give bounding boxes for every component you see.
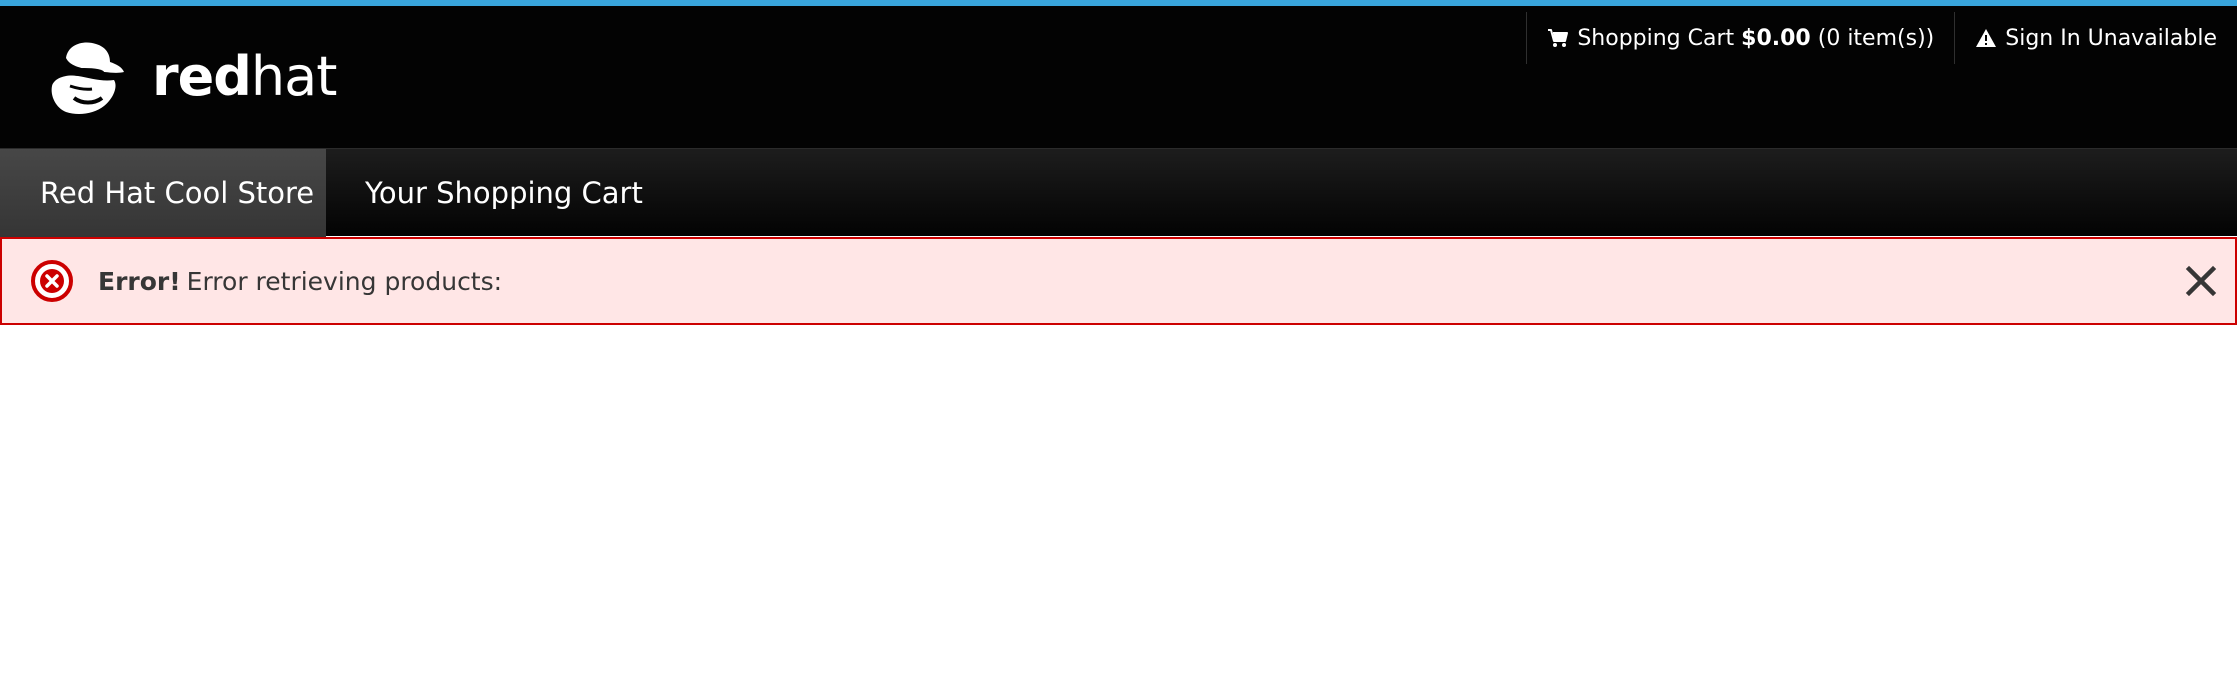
- alert-message: Error! Error retrieving products:: [98, 239, 502, 323]
- logo-wordmark: redhat: [152, 45, 337, 108]
- warning-icon: [1975, 28, 1997, 48]
- primary-nav: Red Hat Cool Store Your Shopping Cart: [0, 148, 2237, 237]
- error-alert: Error! Error retrieving products:: [0, 237, 2237, 325]
- cart-label: Shopping Cart: [1577, 25, 1735, 51]
- sign-in-label: Sign In Unavailable: [2005, 25, 2217, 51]
- cart-count: (0 item(s)): [1817, 25, 1935, 51]
- site-header: redhat Shopping Cart $0.00 (0 item(s)) S…: [0, 6, 2237, 148]
- utility-nav: Shopping Cart $0.00 (0 item(s)) Sign In …: [1526, 12, 2237, 64]
- nav-tab-cool-store[interactable]: Red Hat Cool Store: [0, 149, 326, 237]
- redhat-logo[interactable]: redhat: [44, 34, 337, 130]
- nav-tab-shopping-cart[interactable]: Your Shopping Cart: [365, 149, 643, 237]
- alert-body: Error retrieving products:: [186, 266, 503, 296]
- cart-total: $0.00: [1741, 25, 1811, 51]
- sign-in-status[interactable]: Sign In Unavailable: [1954, 12, 2237, 64]
- shopping-cart-link[interactable]: Shopping Cart $0.00 (0 item(s)): [1526, 12, 1954, 64]
- redhat-shadowman-icon: [51, 42, 124, 114]
- alert-title: Error!: [98, 266, 181, 296]
- close-icon[interactable]: [2183, 263, 2219, 299]
- cart-icon: [1547, 28, 1569, 48]
- error-circle-icon: [30, 259, 74, 303]
- nav-tab-label: Red Hat Cool Store: [40, 176, 315, 210]
- nav-tab-label: Your Shopping Cart: [365, 176, 643, 210]
